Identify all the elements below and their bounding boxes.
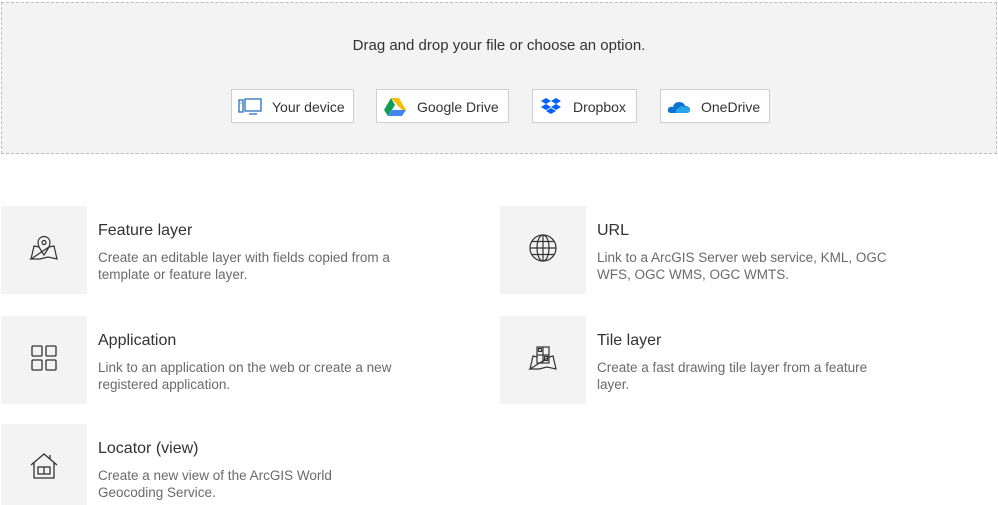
your-device-button[interactable]: Your device [231, 89, 354, 123]
application-title: Application [98, 332, 177, 349]
device-icon [238, 97, 262, 117]
onedrive-icon [667, 97, 691, 117]
url-title: URL [597, 222, 630, 239]
locator-view-description: Create a new view of the ArcGIS World Ge… [98, 468, 332, 500]
onedrive-button[interactable]: OneDrive [660, 89, 770, 123]
grid-icon [28, 342, 60, 379]
onedrive-label: OneDrive [701, 99, 761, 115]
option-tile-layer[interactable]: Tile layer Create a fast drawing tile la… [500, 316, 900, 404]
file-dropzone[interactable]: Drag and drop your file or choose an opt… [1, 2, 997, 154]
your-device-label: Your device [272, 99, 345, 115]
dropbox-icon [539, 97, 563, 117]
url-description: Link to a ArcGIS Server web service, KML… [597, 250, 887, 282]
feature-layer-title: Feature layer [98, 222, 193, 239]
dropbox-button[interactable]: Dropbox [532, 89, 637, 123]
google-drive-icon [383, 97, 407, 117]
locator-view-title: Locator (view) [98, 440, 199, 457]
locator-tile [1, 424, 87, 505]
globe-icon [527, 232, 559, 269]
feature-layer-description: Create an editable layer with fields cop… [98, 250, 390, 282]
dropzone-prompt: Drag and drop your file or choose an opt… [352, 37, 646, 54]
tile-layer-description: Create a fast drawing tile layer from a … [597, 360, 868, 392]
map-pin-icon [28, 232, 60, 269]
option-locator-view[interactable]: Locator (view) Create a new view of the … [1, 424, 401, 505]
google-drive-button[interactable]: Google Drive [376, 89, 509, 123]
house-icon [28, 450, 60, 487]
option-feature-layer[interactable]: Feature layer Create an editable layer w… [1, 206, 401, 294]
url-tile [500, 206, 586, 294]
option-application[interactable]: Application Link to an application on th… [1, 316, 401, 404]
application-tile [1, 316, 87, 404]
tile-layer-title: Tile layer [597, 332, 662, 349]
feature-layer-tile [1, 206, 87, 294]
dropbox-label: Dropbox [573, 99, 626, 115]
application-description: Link to an application on the web or cre… [98, 360, 392, 392]
google-drive-label: Google Drive [417, 99, 499, 115]
option-url[interactable]: URL Link to a ArcGIS Server web service,… [500, 206, 900, 294]
tile-layer-tile [500, 316, 586, 404]
tile-layer-icon [527, 342, 559, 379]
